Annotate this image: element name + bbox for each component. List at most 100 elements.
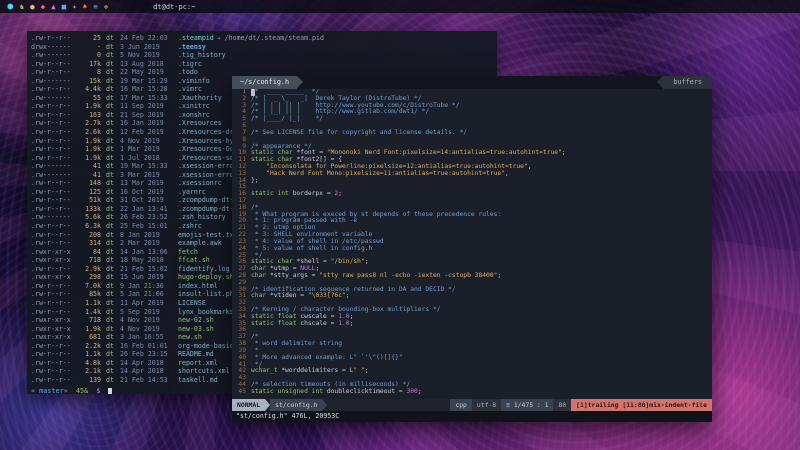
file-name: index.html	[178, 282, 218, 291]
file-user: dt	[106, 248, 120, 257]
editor-cursor	[251, 89, 255, 96]
workspace-icon[interactable]: ⬢	[7, 0, 14, 13]
file-name: .steampid	[178, 34, 214, 43]
file-date: 9 Jan 21:36	[120, 282, 178, 291]
workspace-icon[interactable]: ◆	[41, 0, 46, 13]
file-perms: .rw-r--r--	[31, 128, 77, 137]
workspace-icon[interactable]: ●	[30, 0, 35, 13]
file-date: 3 Mar 2019	[120, 171, 178, 180]
code-area[interactable]: 1/* ____ _____ */2/* | _ \_ _| Derek Tay…	[232, 89, 712, 399]
code-text: static float chscale = 1.0;	[251, 321, 353, 328]
code-line: 13 "Hack Nerd Font Mono:pixelsize=11:ant…	[232, 171, 712, 178]
code-line: 36	[232, 327, 712, 334]
file-name: example.awk	[178, 239, 222, 248]
file-date: 16 Jan 2019	[120, 119, 178, 128]
code-text: static unsigned int doubleclicktimeout =…	[251, 389, 422, 396]
file-user: dt	[106, 282, 120, 291]
file-name: .vimrc	[178, 85, 202, 94]
file-date: 5 Sep 2019	[120, 308, 178, 317]
file-date: 4 Nov 2019	[120, 137, 178, 146]
file-size: 1.9k	[77, 102, 101, 111]
file-perms: .rwxr-xr-x	[31, 333, 77, 342]
file-size: 2.2k	[77, 342, 101, 351]
file-row: .rw-r--r--17kdt13 Aug 2018.tigrc	[31, 60, 497, 69]
workspace-icon[interactable]: ▲	[51, 0, 56, 13]
file-size: 2.7k	[77, 119, 101, 128]
file-date: 19 Mar 15:29	[120, 77, 178, 86]
file-date: 26 Feb 23:52	[120, 213, 178, 222]
file-size: 4.4k	[77, 85, 101, 94]
file-user: dt	[106, 299, 120, 308]
file-date: 1 Mar 2019	[120, 145, 178, 154]
workspace-icon[interactable]: ♠	[83, 0, 88, 13]
file-perms: .rw-------	[31, 171, 77, 180]
file-size: 2.6k	[77, 128, 101, 137]
file-perms: drwx------	[31, 43, 77, 52]
file-user: dt	[106, 359, 120, 368]
file-perms: .rw-------	[31, 94, 77, 103]
file-size: 1.1k	[77, 350, 101, 359]
file-size: 2.9k	[77, 265, 101, 274]
file-size: 718	[77, 256, 101, 265]
file-size: 1.9k	[77, 325, 101, 334]
file-size: 718	[77, 316, 101, 325]
workspace-icon[interactable]: ❖	[104, 0, 109, 13]
prompt-count: 45&	[76, 387, 88, 394]
code-text: * 5: value of shell in config.h	[251, 246, 372, 253]
file-date: 21 Sep 2019	[120, 111, 178, 120]
file-name: .viminfo	[178, 77, 210, 86]
file-user: dt	[106, 111, 120, 120]
file-date: 17 Mar 15:33	[120, 94, 178, 103]
code-line: 45 static unsigned int doubleclicktimeout…	[232, 389, 712, 396]
file-date: 13 Aug 2018	[120, 60, 178, 69]
code-text: char *vtiden = "\033[?6c";	[251, 293, 350, 300]
file-user: dt	[106, 188, 120, 197]
tab-config-h[interactable]: ~/s/config.h	[232, 76, 297, 89]
file-perms: .rw-r--r--	[31, 265, 77, 274]
file-size: 41	[77, 171, 101, 180]
file-perms: .rwxr-xr-x	[31, 325, 77, 334]
editor-window[interactable]: ~/s/config.h buffers 1/* ____ _____ */2/…	[232, 76, 712, 422]
file-perms: .rw-r--r--	[31, 196, 77, 205]
file-user: dt	[106, 265, 120, 274]
file-name: fetch	[178, 248, 198, 257]
buffers-button[interactable]: buffers	[663, 76, 712, 89]
file-name: README.md	[178, 350, 214, 359]
code-line: 16static int borderpx = 2;	[232, 191, 712, 198]
code-line: 17	[232, 198, 712, 205]
workspace-icon[interactable]: ♞	[20, 0, 25, 13]
file-name: hugo-deploy.sh	[178, 273, 234, 282]
file-date: 19 Mar 15:33	[120, 162, 178, 171]
editor-tabline: ~/s/config.h buffers	[232, 76, 712, 89]
file-user: dt	[106, 179, 120, 188]
file-perms: .rw-r--r--	[31, 145, 77, 154]
code-line: 28char *stty_args = "stty raw pass8 nl -…	[232, 273, 712, 280]
statusline-fill	[327, 399, 450, 411]
statusline-filename: st/config.h	[270, 399, 322, 411]
file-size: 139	[77, 376, 101, 385]
code-text: * word delimiter string	[251, 341, 342, 348]
file-user: dt	[106, 256, 120, 265]
file-date: 18 May 2018	[120, 256, 178, 265]
file-perms: .rw-------	[31, 162, 77, 171]
line-number: 45	[232, 389, 246, 396]
tabline-fill	[303, 76, 657, 89]
file-date: 11 Apr 2019	[120, 299, 178, 308]
code-text: static int borderpx = 2;	[251, 191, 342, 198]
file-date: 13 Mar 2019	[120, 179, 178, 188]
code-line: 7/* See LICENSE file for copyright and l…	[232, 130, 712, 137]
file-perms: .rw-------	[31, 51, 77, 60]
symlink-target: → /home/dt/.steam/steam.pid	[217, 34, 324, 43]
workspace-icon[interactable]: ✦	[72, 0, 77, 13]
file-size: 1.9k	[77, 145, 101, 154]
workspace-icon[interactable]: ≡	[93, 0, 98, 13]
file-size: 15k	[77, 77, 101, 86]
file-name: .Xauthority	[178, 94, 222, 103]
file-size: 1.4k	[77, 308, 101, 317]
file-date: 24 Feb 22:03	[120, 34, 178, 43]
file-size: 1.9k	[77, 137, 101, 146]
file-size: 2.1k	[77, 367, 101, 376]
file-name: report.xml	[178, 359, 218, 368]
file-name: .xinitrc	[178, 102, 210, 111]
workspace-icon[interactable]: ■	[62, 0, 67, 13]
